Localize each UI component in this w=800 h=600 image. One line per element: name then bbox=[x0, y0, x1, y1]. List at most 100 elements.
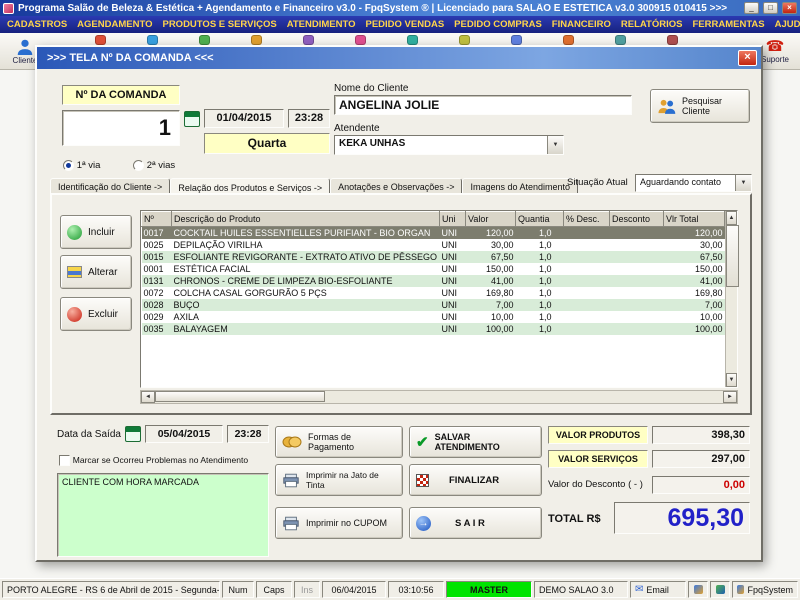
horizontal-scrollbar[interactable]: ◄ ► bbox=[140, 390, 738, 404]
menu-item[interactable]: FERRAMENTAS bbox=[687, 19, 769, 30]
incluir-button[interactable]: Incluir bbox=[60, 215, 132, 249]
toolbar-icon[interactable] bbox=[563, 35, 574, 45]
grid-header[interactable]: Quantia bbox=[516, 212, 564, 227]
grid-header[interactable]: Nº bbox=[142, 212, 172, 227]
grid-row[interactable]: 0015ESFOLIANTE REVIGORANTE - EXTRATO ATI… bbox=[142, 251, 725, 263]
grid-cell: UNI bbox=[440, 227, 466, 239]
toolbar-icon[interactable] bbox=[95, 35, 106, 45]
toolbar-icon[interactable] bbox=[147, 35, 158, 45]
tab-2[interactable]: Anotações e Observações -> bbox=[330, 178, 462, 194]
attendant-select[interactable]: KEKA UNHAS ▼ bbox=[334, 135, 564, 155]
alterar-label: Alterar bbox=[88, 267, 117, 278]
maximize-button[interactable]: □ bbox=[763, 2, 778, 14]
menu-item[interactable]: AJUDA bbox=[770, 19, 800, 30]
status-email-button[interactable]: ✉ Email bbox=[630, 581, 686, 598]
grid-cell bbox=[564, 251, 610, 263]
grid-cell: 10,00 bbox=[664, 311, 725, 323]
dialog-titlebar[interactable]: >>> TELA Nº DA COMANDA <<< × bbox=[37, 47, 761, 69]
via1-radio[interactable]: 1ª via bbox=[63, 160, 100, 171]
grid-cell: 10,00 bbox=[466, 311, 516, 323]
note-textarea[interactable]: CLIENTE COM HORA MARCADA bbox=[57, 473, 269, 557]
toolbar-icon[interactable] bbox=[199, 35, 210, 45]
imprimir-cupom-button[interactable]: Imprimir no CUPOM bbox=[275, 507, 403, 539]
grid-cell: 0035 bbox=[142, 323, 172, 335]
vertical-scroll-track[interactable] bbox=[726, 225, 737, 373]
toolbar-icon[interactable] bbox=[511, 35, 522, 45]
status-extra-segment bbox=[688, 581, 708, 598]
situacao-select[interactable]: Aguardando contato ▼ bbox=[635, 174, 752, 192]
formas-pagamento-button[interactable]: Formas de Pagamento bbox=[275, 426, 403, 458]
situacao-dropdown-icon[interactable]: ▼ bbox=[735, 175, 751, 191]
toolbar-icon[interactable] bbox=[251, 35, 262, 45]
toolbar-icon[interactable] bbox=[615, 35, 626, 45]
vertical-scrollbar[interactable]: ▲ ▼ bbox=[725, 211, 737, 387]
menu-item[interactable]: PRODUTOS E SERVIÇOS bbox=[157, 19, 281, 30]
menu-item[interactable]: PEDIDO COMPRAS bbox=[449, 19, 547, 30]
grid-header[interactable]: % Desc. bbox=[564, 212, 610, 227]
toolbar-icon[interactable] bbox=[459, 35, 470, 45]
grid-table: NºDescrição do ProdutoUniValorQuantia% D… bbox=[141, 211, 725, 335]
grid-row[interactable]: 0025DEPILAÇÃO VIRILHAUNI30,001,030,00 bbox=[142, 239, 725, 251]
scroll-up-icon[interactable]: ▲ bbox=[726, 211, 737, 225]
grid-cell: 41,00 bbox=[664, 275, 725, 287]
calendar-icon[interactable] bbox=[184, 111, 200, 127]
via2-radio-circle[interactable] bbox=[133, 160, 144, 171]
finalizar-button[interactable]: FINALIZAR bbox=[409, 464, 542, 496]
attendant-dropdown-icon[interactable]: ▼ bbox=[547, 136, 563, 154]
dialog-close-button[interactable]: × bbox=[738, 50, 757, 66]
menu-item[interactable]: PEDIDO VENDAS bbox=[361, 19, 450, 30]
grid-header[interactable]: Desconto bbox=[610, 212, 664, 227]
grid-header[interactable]: Vlr Total bbox=[664, 212, 725, 227]
close-button[interactable]: × bbox=[782, 2, 797, 14]
grid-cell: 1,0 bbox=[516, 275, 564, 287]
toolbar-icon[interactable] bbox=[355, 35, 366, 45]
grid-row[interactable]: 0131CHRONOS - CREME DE LIMPEZA BIO-ESFOL… bbox=[142, 275, 725, 287]
minimize-button[interactable]: _ bbox=[744, 2, 759, 14]
toolbar-icon[interactable] bbox=[303, 35, 314, 45]
grid-cell: 0025 bbox=[142, 239, 172, 251]
scroll-right-icon[interactable]: ► bbox=[723, 391, 737, 403]
tab-3[interactable]: Imagens do Atendimento bbox=[462, 178, 578, 194]
imprimir-jato-button[interactable]: Imprimir na Jato de Tinta bbox=[275, 464, 403, 496]
grid-row[interactable]: 0001ESTÉTICA FACIALUNI150,001,0150,00 bbox=[142, 263, 725, 275]
grid-row[interactable]: 0072COLCHA CASAL GORGURÃO 5 PÇSUNI169,80… bbox=[142, 287, 725, 299]
scroll-left-icon[interactable]: ◄ bbox=[141, 391, 155, 403]
menu-item[interactable]: ATENDIMENTO bbox=[282, 19, 361, 30]
salvar-atendimento-button[interactable]: ✔ SALVAR ATENDIMENTO bbox=[409, 426, 542, 458]
grid-row[interactable]: 0017COCKTAIL HUILES ESSENTIELLES PURIFIA… bbox=[142, 227, 725, 239]
toolbar-icon[interactable] bbox=[407, 35, 418, 45]
sair-button[interactable]: → S A I R bbox=[409, 507, 542, 539]
grid-cell: 30,00 bbox=[466, 239, 516, 251]
menu-item[interactable]: CADASTROS bbox=[2, 19, 72, 30]
horizontal-scroll-track[interactable] bbox=[155, 391, 723, 403]
excluir-button[interactable]: Excluir bbox=[60, 297, 132, 331]
grid-row[interactable]: 0035BALAYAGEMUNI100,001,0100,00 bbox=[142, 323, 725, 335]
comanda-number-field[interactable]: 1 bbox=[62, 110, 180, 146]
problem-checkbox[interactable] bbox=[59, 455, 70, 466]
grid-header[interactable]: Descrição do Produto bbox=[172, 212, 440, 227]
vertical-scroll-thumb[interactable] bbox=[726, 225, 739, 287]
grid-cell: DEPILAÇÃO VIRILHA bbox=[172, 239, 440, 251]
status-num-lock: Num bbox=[222, 581, 254, 598]
menu-item[interactable]: AGENDAMENTO bbox=[72, 19, 157, 30]
grid-header[interactable]: Uni bbox=[440, 212, 466, 227]
via1-radio-circle[interactable] bbox=[63, 160, 74, 171]
client-name-input[interactable]: ANGELINA JOLIE bbox=[334, 95, 632, 115]
app-titlebar[interactable]: Programa Salão de Beleza & Estética + Ag… bbox=[0, 0, 800, 16]
grid-cell: 0072 bbox=[142, 287, 172, 299]
menu-item[interactable]: FINANCEIRO bbox=[547, 19, 616, 30]
via2-radio[interactable]: 2ª vias bbox=[133, 160, 175, 171]
tab-0[interactable]: Identificação do Cliente -> bbox=[50, 178, 170, 194]
problem-checkbox-row[interactable]: Marcar se Ocorreu Problemas no Atendimen… bbox=[59, 455, 271, 466]
alterar-button[interactable]: Alterar bbox=[60, 255, 132, 289]
toolbar-icon[interactable] bbox=[667, 35, 678, 45]
grid-header[interactable]: Valor bbox=[466, 212, 516, 227]
search-client-button[interactable]: Pesquisar Cliente bbox=[650, 89, 750, 123]
grid-row[interactable]: 0029AXILAUNI10,001,010,00 bbox=[142, 311, 725, 323]
grid-cell bbox=[564, 239, 610, 251]
horizontal-scroll-thumb[interactable] bbox=[155, 391, 325, 402]
scroll-down-icon[interactable]: ▼ bbox=[726, 373, 737, 387]
saida-calendar-icon[interactable] bbox=[125, 426, 141, 442]
grid-row[interactable]: 0028BUÇOUNI7,001,07,00 bbox=[142, 299, 725, 311]
menu-item[interactable]: RELATÓRIOS bbox=[616, 19, 688, 30]
